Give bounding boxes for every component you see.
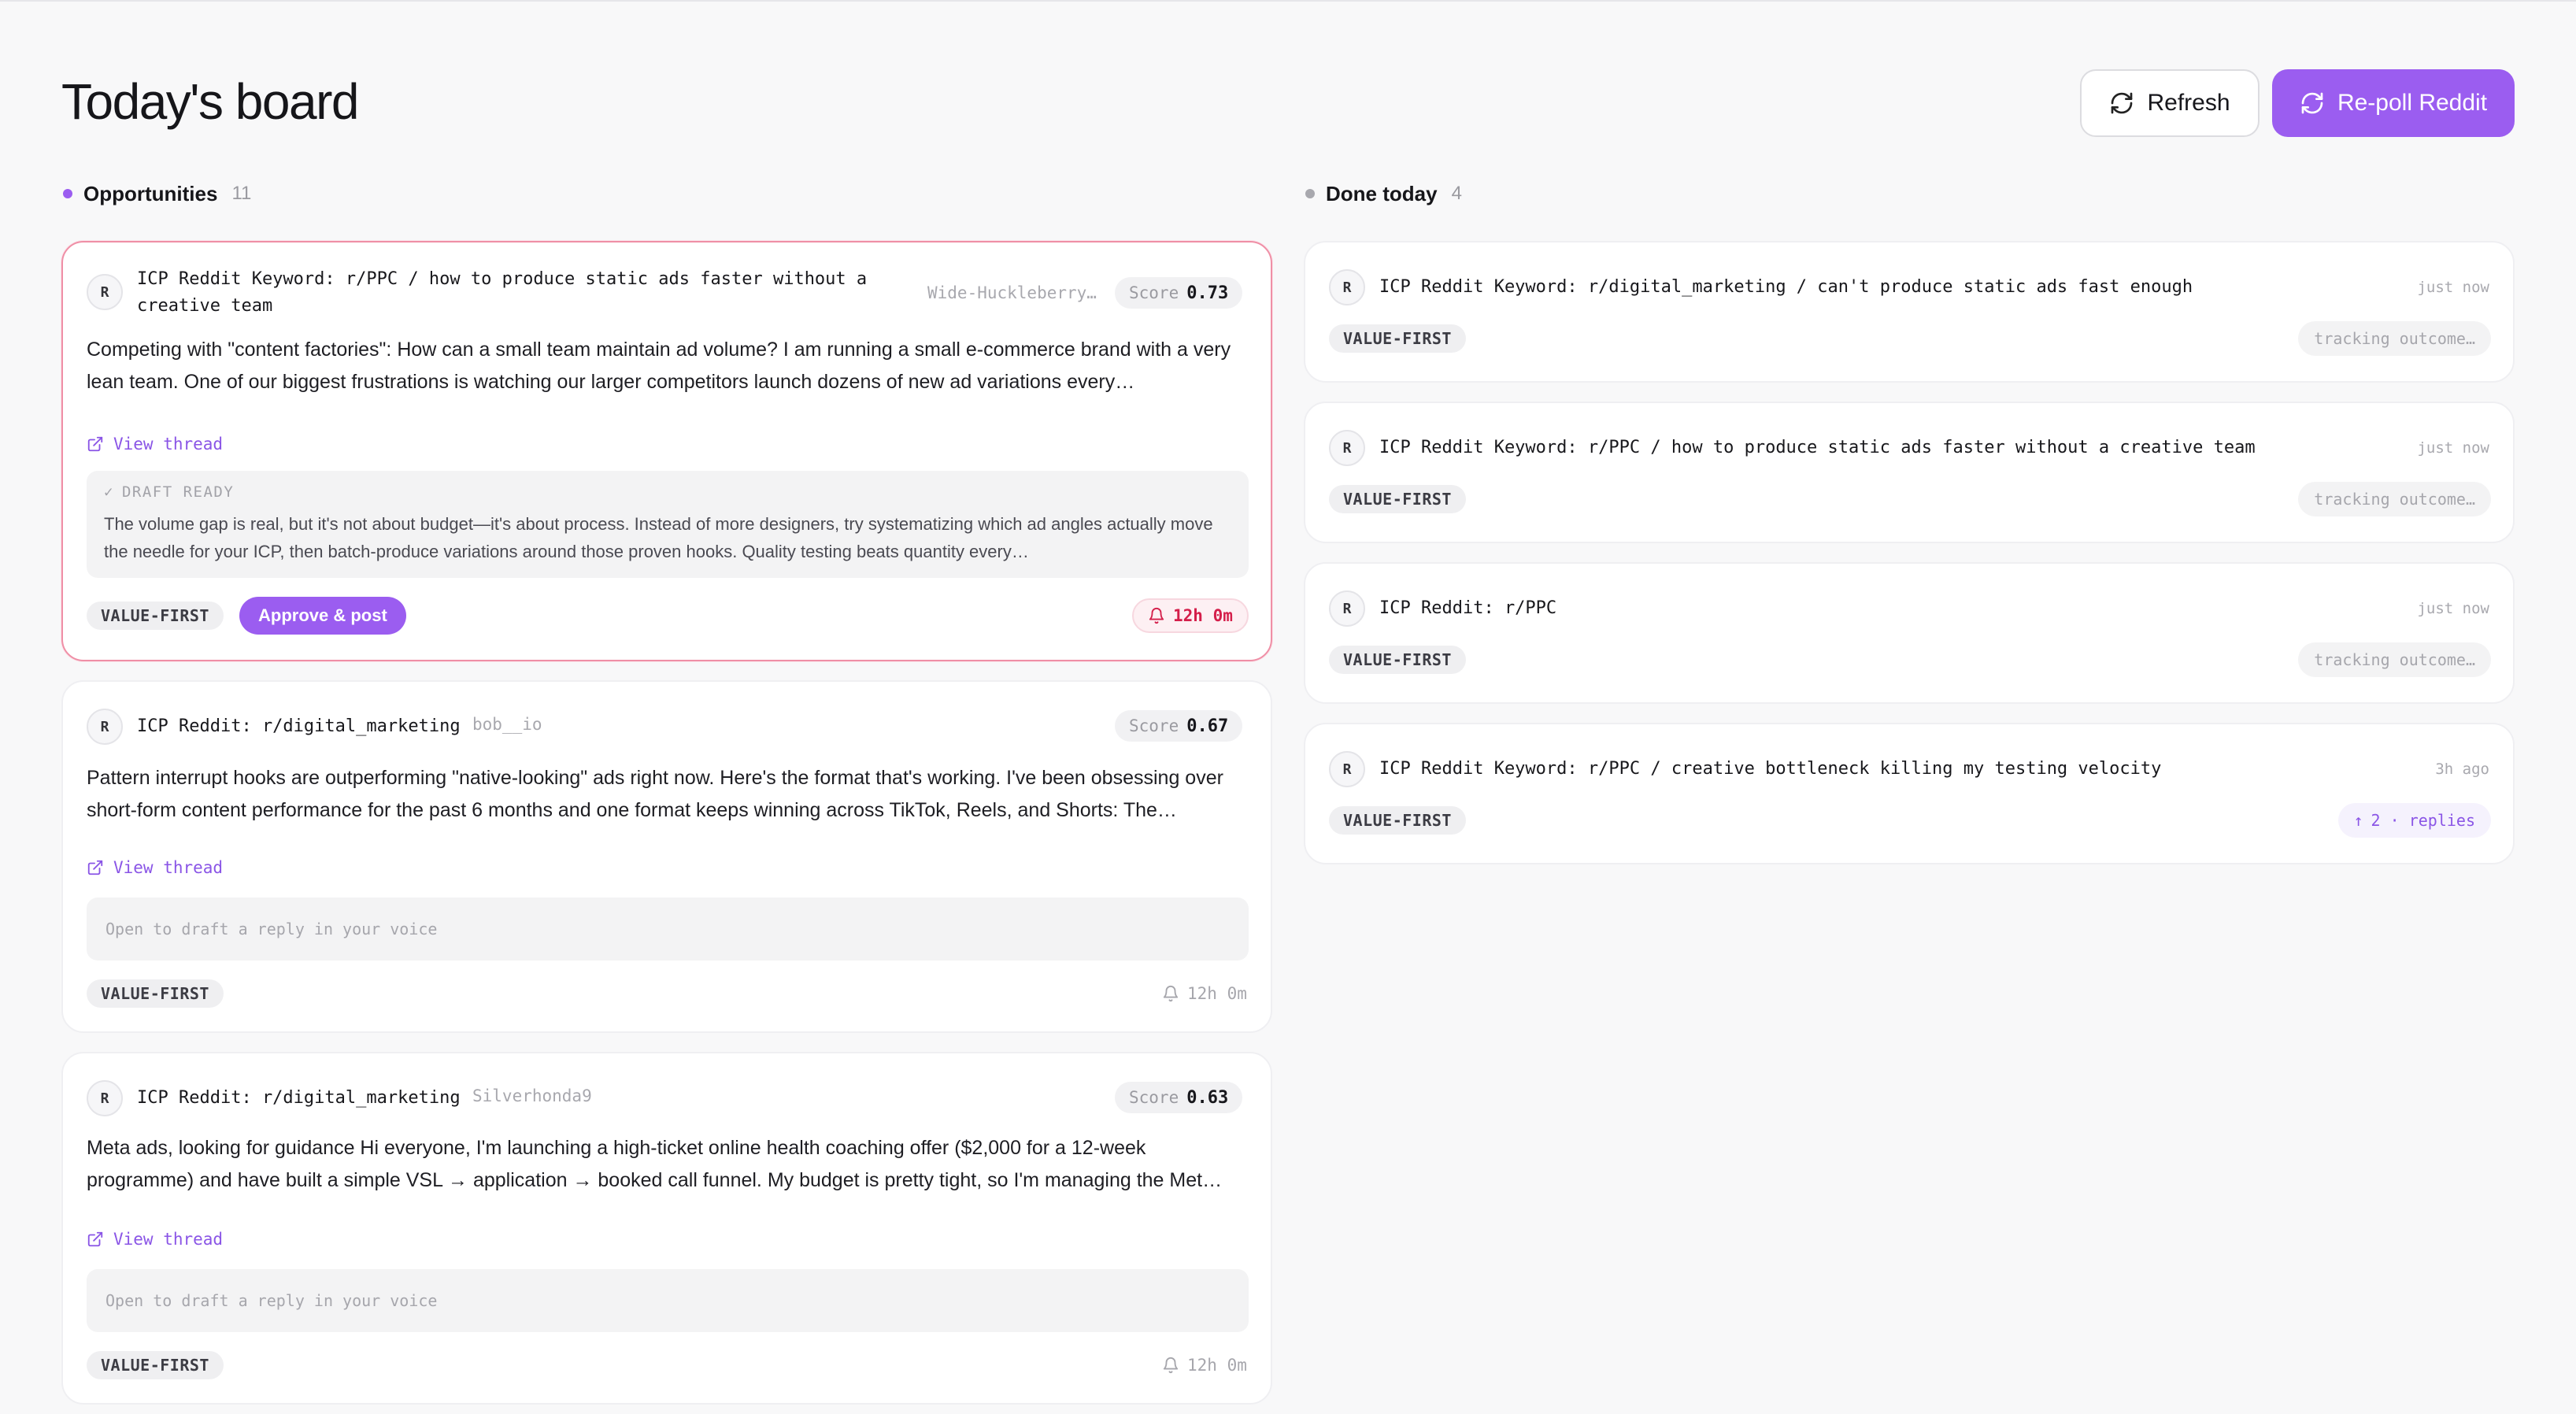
score-value: 0.67: [1186, 716, 1229, 736]
avatar: R: [1329, 751, 1365, 787]
status-dot: [1305, 189, 1315, 198]
post-excerpt: Meta ads, looking for guidance Hi everyo…: [87, 1137, 1223, 1191]
timer-value: 12h 0m: [1187, 1356, 1247, 1375]
value-first-tag: VALUE-FIRST: [1329, 485, 1466, 513]
draft-ready-label: DRAFT READY: [121, 483, 235, 501]
avatar: R: [87, 709, 123, 745]
score-label: Score: [1129, 283, 1179, 302]
done-column-header: Done today 4: [1305, 180, 1462, 208]
score-value: 0.73: [1186, 283, 1229, 303]
view-thread-label: View thread: [113, 435, 224, 453]
deadline-timer: 12h 0m: [1162, 984, 1247, 1003]
view-thread-label: View thread: [113, 858, 224, 877]
refresh-label: Refresh: [2147, 90, 2230, 116]
opportunity-card[interactable]: R ICP Reddit Keyword: r/PPC / how to pro…: [61, 241, 1272, 661]
author-name: Silverhonda9: [472, 1086, 592, 1105]
bell-icon: [1149, 608, 1164, 624]
value-first-tag: VALUE-FIRST: [1329, 806, 1466, 835]
repoll-reddit-button[interactable]: Re-poll Reddit: [2272, 69, 2515, 137]
timer-value: 12h 0m: [1173, 606, 1233, 625]
draft-reply-box[interactable]: ✓ DRAFT READY The volume gap is real, bu…: [87, 471, 1249, 578]
score-badge: Score 0.73: [1115, 277, 1243, 309]
external-link-icon: [87, 860, 103, 875]
view-thread-link[interactable]: View thread: [87, 858, 223, 877]
value-first-tag: VALUE-FIRST: [87, 979, 224, 1008]
bell-icon: [1163, 986, 1179, 1002]
page-title: Today's board: [61, 73, 359, 130]
value-first-tag: VALUE-FIRST: [1329, 324, 1466, 353]
draft-placeholder: Open to draft a reply in your voice: [105, 920, 438, 938]
draft-status: ✓ DRAFT READY: [104, 483, 234, 501]
done-card[interactable]: R ICP Reddit: r/PPC just now VALUE-FIRST…: [1304, 562, 2515, 704]
column-label: Done today: [1326, 181, 1438, 205]
bell-icon: [1163, 1357, 1179, 1374]
opportunity-card[interactable]: R ICP Reddit: r/digital_marketing Silver…: [61, 1052, 1272, 1405]
card-title: ICP Reddit: r/PPC: [1379, 598, 1557, 618]
refresh-icon: [2112, 92, 2133, 114]
card-title: ICP Reddit: r/digital_marketing: [137, 716, 461, 736]
view-thread-label: View thread: [113, 1230, 224, 1249]
score-label: Score: [1129, 1088, 1179, 1107]
score-badge: Score 0.67: [1115, 710, 1243, 742]
score-badge: Score 0.63: [1115, 1082, 1243, 1113]
value-first-tag: VALUE-FIRST: [87, 1351, 224, 1379]
draft-reply-box[interactable]: Open to draft a reply in your voice: [87, 898, 1249, 961]
timestamp: just now: [2417, 439, 2489, 457]
avatar: R: [1329, 430, 1365, 466]
refresh-button[interactable]: Refresh: [2080, 69, 2260, 137]
draft-placeholder: Open to draft a reply in your voice: [105, 1291, 438, 1310]
tracking-status-badge: tracking outcome…: [2298, 482, 2491, 516]
replies-badge: ↑ 2 · replies: [2337, 803, 2491, 838]
external-link-icon: [87, 1231, 103, 1247]
done-card[interactable]: R ICP Reddit Keyword: r/PPC / creative b…: [1304, 723, 2515, 864]
avatar: R: [1329, 269, 1365, 305]
post-excerpt: Pattern interrupt hooks are outperformin…: [87, 767, 1223, 821]
tracking-status-badge: tracking outcome…: [2298, 642, 2491, 677]
post-excerpt: Competing with "content factories": How …: [87, 339, 1231, 393]
avatar: R: [87, 274, 123, 310]
refresh-icon: [2301, 92, 2323, 114]
deadline-timer: 12h 0m: [1162, 1356, 1247, 1375]
repoll-label: Re-poll Reddit: [2337, 90, 2488, 116]
value-first-tag: VALUE-FIRST: [87, 602, 224, 630]
opportunities-column-header: Opportunities 11: [63, 180, 251, 208]
timestamp: just now: [2417, 279, 2489, 296]
status-dot: [63, 189, 72, 198]
value-first-tag: VALUE-FIRST: [1329, 646, 1466, 674]
score-value: 0.63: [1186, 1087, 1229, 1108]
view-thread-link[interactable]: View thread: [87, 1230, 223, 1249]
card-title: ICP Reddit Keyword: r/PPC / creative bot…: [1379, 759, 2162, 779]
deadline-timer: 12h 0m: [1132, 598, 1249, 633]
avatar: R: [87, 1080, 123, 1116]
check-icon: ✓: [104, 483, 114, 501]
external-link-icon: [87, 436, 103, 452]
arrow-up-icon: ↑: [2353, 811, 2363, 830]
column-label: Opportunities: [83, 181, 218, 205]
card-title: ICP Reddit Keyword: r/digital_marketing …: [1379, 277, 2193, 297]
done-card[interactable]: R ICP Reddit Keyword: r/digital_marketin…: [1304, 241, 2515, 383]
column-count: 11: [231, 183, 252, 204]
timer-value: 12h 0m: [1187, 984, 1247, 1003]
opportunity-card[interactable]: R ICP Reddit: r/digital_marketing bob__i…: [61, 680, 1272, 1033]
card-title: ICP Reddit: r/digital_marketing: [137, 1088, 461, 1108]
avatar: R: [1329, 590, 1365, 627]
replies-count: 2 · replies: [2371, 811, 2475, 830]
card-title: ICP Reddit Keyword: r/PPC / how to produ…: [137, 269, 868, 316]
view-thread-link[interactable]: View thread: [87, 435, 223, 453]
timestamp: 3h ago: [2435, 761, 2489, 778]
column-count: 4: [1451, 183, 1462, 204]
approve-post-button[interactable]: Approve & post: [239, 597, 406, 635]
done-card[interactable]: R ICP Reddit Keyword: r/PPC / how to pro…: [1304, 402, 2515, 543]
tracking-status-badge: tracking outcome…: [2298, 321, 2491, 356]
card-title: ICP Reddit Keyword: r/PPC / how to produ…: [1379, 438, 2256, 457]
draft-reply-box[interactable]: Open to draft a reply in your voice: [87, 1269, 1249, 1332]
author-name: bob__io: [472, 715, 542, 734]
timestamp: just now: [2417, 600, 2489, 617]
score-label: Score: [1129, 716, 1179, 735]
draft-text: The volume gap is real, but it's not abo…: [104, 514, 1213, 561]
